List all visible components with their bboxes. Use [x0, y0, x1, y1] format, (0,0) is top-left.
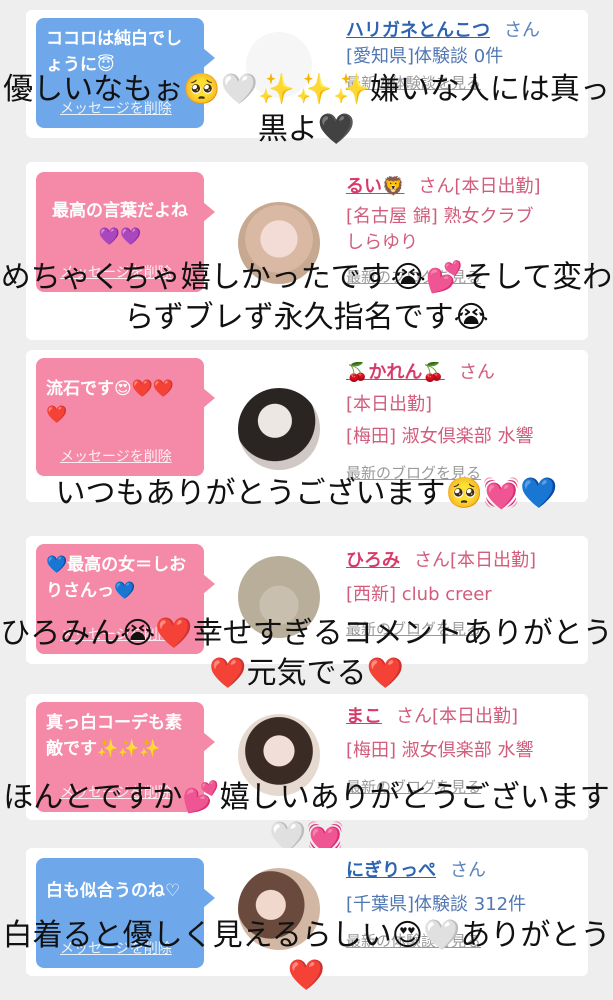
- message-text: 💙最高の女＝しおりさんっ💙: [46, 555, 187, 601]
- message-text: 白も似合うのね♡: [46, 881, 181, 901]
- overlay-caption: めちゃくちゃ嬉しかったです😭💕そして変わらずブレず永久指名です😭: [0, 260, 613, 335]
- honorific: さん[本日出勤]: [396, 706, 519, 727]
- user-shop-name: しらゆり: [346, 232, 418, 253]
- user-location: [千葉県]体験談 312件: [346, 894, 527, 915]
- message-text: 最高の言葉だよね💜💜: [52, 201, 188, 247]
- user-info: 🍒かれん🍒 さん [本日出勤] [梅田] 淑女倶楽部 水響 最新のブログを見る: [346, 360, 534, 486]
- delete-message-link[interactable]: メッセージを削除: [60, 444, 172, 470]
- user-name-link[interactable]: るい🦁: [346, 176, 404, 197]
- honorific: さん: [458, 362, 495, 383]
- user-name-link[interactable]: 🍒かれん🍒: [346, 362, 445, 383]
- honorific: さん: [450, 860, 486, 881]
- user-name-link[interactable]: にぎりっぺ: [346, 860, 436, 881]
- user-name-link[interactable]: ひろみ: [346, 550, 400, 571]
- honorific: さん: [504, 20, 540, 41]
- user-shop: [梅田] 淑女倶楽部 水響: [346, 740, 534, 761]
- user-name-link[interactable]: まこ: [346, 706, 382, 727]
- overlay-caption: 白着ると優しく見えるらしい😍🤍ありがとう❤️: [2, 918, 611, 993]
- message-text: 流石です😍❤️❤️❤️: [46, 379, 175, 425]
- user-shop: [名古屋 錦] 熟女クラブ: [346, 206, 534, 227]
- overlay-caption: ほんとですか💕嬉しいありがとうございます🤍💓: [3, 780, 610, 855]
- user-status: [本日出勤]: [346, 394, 433, 415]
- overlay-caption: 優しいなもぉ🥺🤍✨✨✨嫌いな人には真っ黒よ🖤: [3, 72, 610, 147]
- overlay-caption: いつもありがとうございます🥺💓💙: [55, 476, 558, 511]
- message-bubble: 流石です😍❤️❤️❤️ メッセージを削除: [36, 358, 215, 476]
- user-shop: [梅田] 淑女倶楽部 水響: [346, 426, 534, 447]
- honorific: さん[本日出勤]: [418, 176, 541, 197]
- user-name-link[interactable]: ハリガネとんこつ: [346, 20, 490, 41]
- user-location: [愛知県]体験談 0件: [346, 46, 504, 67]
- avatar[interactable]: [238, 388, 320, 470]
- message-text: ココロは純白でしょうに😇: [46, 29, 182, 75]
- overlay-caption: ひろみん😭❤️幸せすぎるコメントありがとう❤️元気でる❤️: [0, 616, 613, 691]
- user-shop: [西新] club creer: [346, 584, 492, 605]
- message-text: 真っ白コーデも素敵です✨✨✨: [46, 713, 182, 759]
- honorific: さん[本日出勤]: [414, 550, 537, 571]
